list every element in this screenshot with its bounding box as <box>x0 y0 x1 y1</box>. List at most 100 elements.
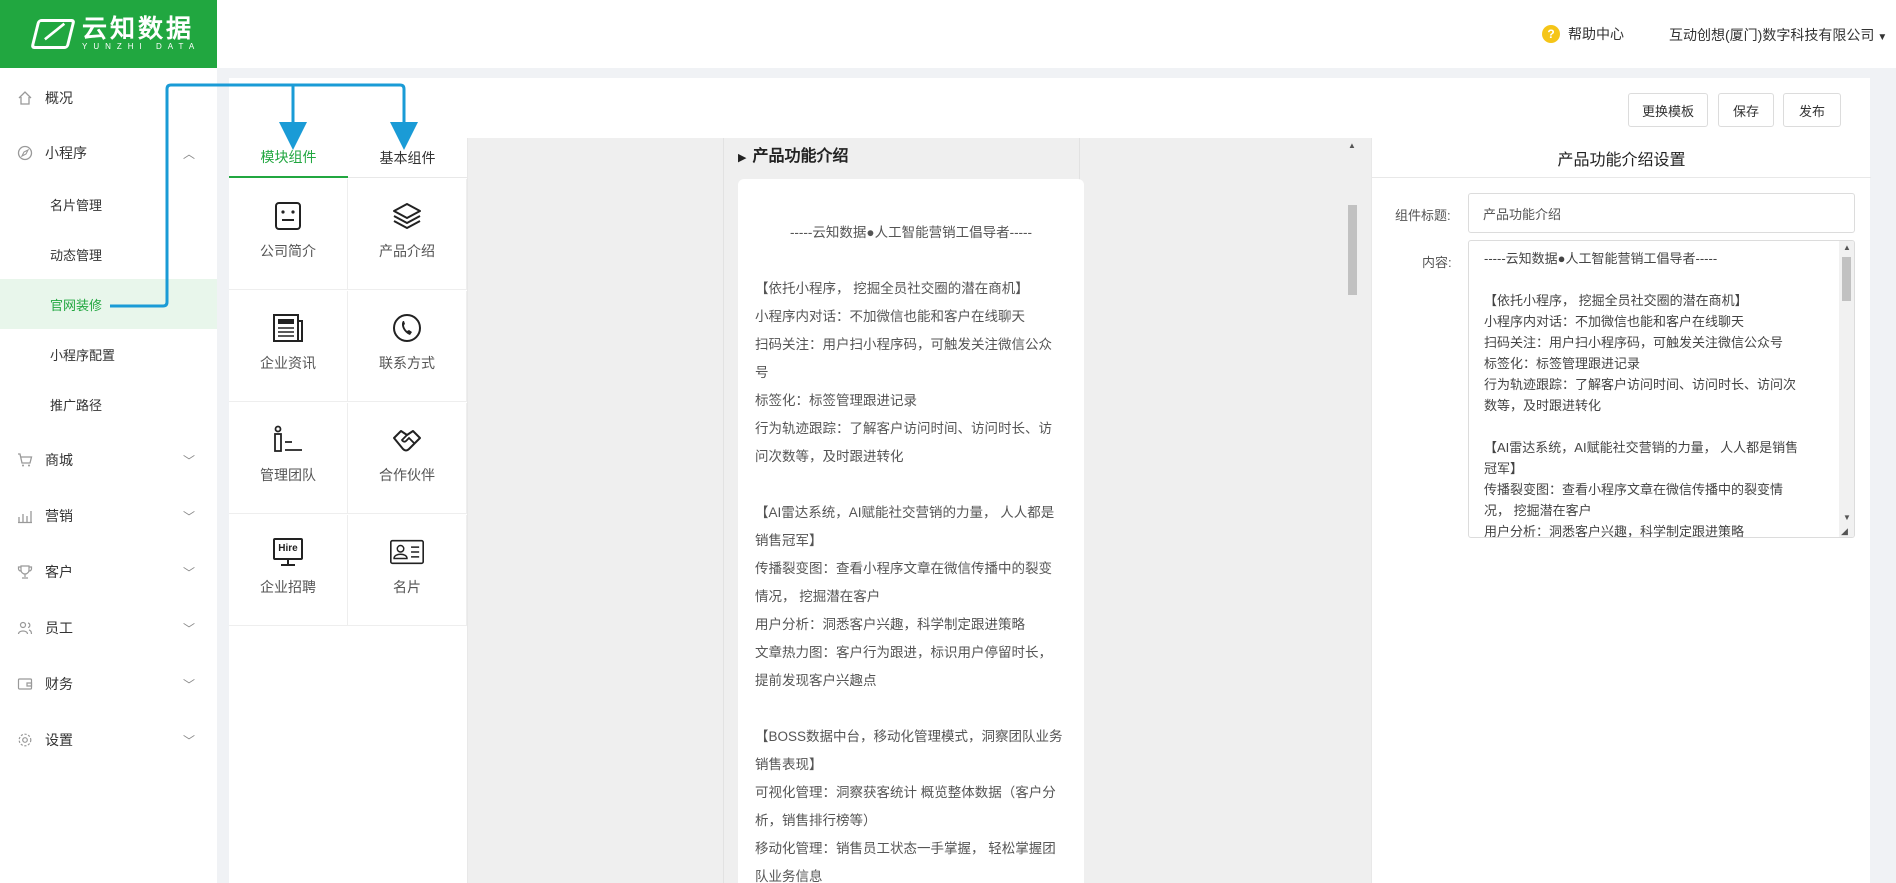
text-line: 数等，及时跟进转化 <box>1484 398 1602 413</box>
component-recruitment[interactable]: Hire 企业招聘 <box>229 515 348 626</box>
component-label: 合作伙伴 <box>379 467 435 483</box>
component-business-card[interactable]: 名片 <box>348 515 467 626</box>
text-line: 队业务信息 <box>755 869 823 883</box>
sidebar-item-label: 概况 <box>45 90 73 106</box>
compass-icon <box>17 145 33 161</box>
editor-panel: 更换模板 保存 发布 模块组件 基本组件 公司简介 产品介绍 企业资讯 联系方式… <box>229 78 1871 883</box>
sidebar-sub-promotion-path[interactable]: 推广路径 <box>0 379 217 429</box>
section-title-text: 产品功能介绍 <box>752 148 849 165</box>
newspaper-icon <box>271 311 305 345</box>
hire-badge: Hire <box>273 538 303 560</box>
textarea-scroll-thumb[interactable] <box>1842 257 1851 301</box>
sidebar-item-label: 营销 <box>45 508 73 524</box>
component-label: 联系方式 <box>379 355 435 371</box>
phone-icon <box>390 311 424 345</box>
sidebar-item-finance[interactable]: 财务 ﹀ <box>0 659 217 709</box>
home-icon <box>17 90 33 106</box>
phone-preview: ▶ 产品功能介绍 -----云知数据●人工智能营销工倡导者----- 【依托小程序… <box>723 138 1084 883</box>
tab-basic-components[interactable]: 基本组件 <box>348 138 467 178</box>
component-company-intro[interactable]: 公司简介 <box>229 179 348 290</box>
text-line: 析，销售排行榜等） <box>755 813 877 828</box>
sub-item-label: 官网装修 <box>50 297 103 313</box>
caret-down-icon: ▼ <box>1877 32 1888 43</box>
sidebar-item-settings[interactable]: 设置 ﹀ <box>0 715 217 765</box>
component-label: 名片 <box>393 579 421 595</box>
content-label: 内容: <box>1422 255 1452 270</box>
sidebar: 概况 小程序 ︿ 名片管理 动态管理 官网装修 小程序配置 推广路径 商城 ﹀ … <box>0 68 217 883</box>
publish-button[interactable]: 发布 <box>1783 93 1841 127</box>
company-switcher[interactable]: 互动创想(厦门)数字科技有限公司 ▼ <box>1669 25 1887 45</box>
content-textarea[interactable]: -----云知数据●人工智能营销工倡导者----- 【依托小程序， 挖掘全员社交… <box>1468 240 1855 538</box>
text-line: 况， 挖掘潜在客户 <box>1484 503 1592 518</box>
change-template-button[interactable]: 更换模板 <box>1628 93 1708 127</box>
text-line: 号 <box>755 365 769 380</box>
text-line <box>1484 269 1839 290</box>
scroll-up-arrow-icon[interactable]: ▲ <box>1843 243 1851 252</box>
preview-scroll-thumb[interactable] <box>1348 205 1357 295</box>
component-label: 公司简介 <box>260 243 316 259</box>
preview-content-card[interactable]: -----云知数据●人工智能营销工倡导者----- 【依托小程序， 挖掘全员社交… <box>738 179 1084 883</box>
hire-icon: Hire <box>271 535 305 569</box>
component-title-input[interactable] <box>1468 193 1855 233</box>
component-label: 企业招聘 <box>260 579 316 595</box>
scroll-up-arrow-icon[interactable]: ▲ <box>1348 141 1356 150</box>
sidebar-sub-site-decoration[interactable]: 官网装修 <box>0 279 217 329</box>
trophy-icon <box>17 564 33 580</box>
preview-section-title[interactable]: ▶ 产品功能介绍 <box>738 142 848 166</box>
text-line <box>755 471 1067 499</box>
component-product-intro[interactable]: 产品介绍 <box>348 179 467 290</box>
sidebar-sub-card-management[interactable]: 名片管理 <box>0 179 217 229</box>
textarea-scrollbar[interactable]: ▲ ▼ ◢ <box>1839 241 1854 537</box>
component-partners[interactable]: 合作伙伴 <box>348 403 467 514</box>
preview-scrollbar[interactable]: ▲ <box>1346 138 1359 883</box>
sidebar-item-label: 商城 <box>45 452 73 468</box>
sub-item-label: 小程序配置 <box>50 347 116 363</box>
text-line: 提前发现客户兴趣点 <box>755 673 877 688</box>
resize-handle-icon[interactable]: ◢ <box>1841 526 1848 537</box>
text-line: 问次数等，及时跟进转化 <box>755 449 904 464</box>
preview-canvas: ▶ 产品功能介绍 -----云知数据●人工智能营销工倡导者----- 【依托小程序… <box>468 138 1375 883</box>
text-line: 行为轨迹跟踪：了解客户访问时间、访问时长、访 <box>755 421 1052 436</box>
text-line: 扫码关注：用户扫小程序码，可触发关注微信公众号 <box>1484 335 1784 350</box>
text-line: 用户分析：洞悉客户兴趣，科学制定跟进策略 <box>755 617 1025 632</box>
component-management-team[interactable]: 管理团队 <box>229 403 348 514</box>
text-line: 【AI雷达系统，AI赋能社交营销的力量， 人人都是销售 <box>1484 440 1799 455</box>
tab-module-components[interactable]: 模块组件 <box>229 138 348 178</box>
text-line: 传播裂变图：查看小程序文章在微信传播中的裂变情 <box>1484 482 1784 497</box>
component-contact[interactable]: 联系方式 <box>348 291 467 402</box>
sidebar-item-mall[interactable]: 商城 ﹀ <box>0 435 217 485</box>
text-line: 【BOSS数据中台，移动化管理模式，洞察团队业务 <box>755 729 1063 744</box>
company-icon <box>271 199 305 233</box>
brand-logo[interactable]: 云知数据 YUNZHI DATA <box>0 0 217 68</box>
sidebar-item-customers[interactable]: 客户 ﹀ <box>0 547 217 597</box>
text-line <box>755 695 1067 723</box>
text-line: 标签化：标签管理跟进记录 <box>1484 356 1641 371</box>
component-company-news[interactable]: 企业资讯 <box>229 291 348 402</box>
sidebar-sub-feed-management[interactable]: 动态管理 <box>0 229 217 279</box>
sidebar-item-marketing[interactable]: 营销 ﹀ <box>0 491 217 541</box>
text-line: 用户分析：洞悉客户兴趣，科学制定跟进策略 <box>1484 524 1745 538</box>
text-line: 【依托小程序， 挖掘全员社交圈的潜在商机】 <box>1484 293 1748 308</box>
sidebar-item-label: 客户 <box>45 564 73 580</box>
text-line: 文章热力图：客户行为跟进，标识用户停留时长， <box>755 645 1052 660</box>
team-icon <box>271 423 305 457</box>
sidebar-item-miniprogram[interactable]: 小程序 ︿ <box>0 128 217 178</box>
sidebar-item-overview[interactable]: 概况 <box>0 73 217 123</box>
wallet-icon <box>17 676 33 692</box>
chevron-down-icon: ﹀ <box>183 678 196 692</box>
text-line: 情况， 挖掘潜在客户 <box>755 589 881 604</box>
sub-item-label: 动态管理 <box>50 247 103 263</box>
save-button[interactable]: 保存 <box>1718 93 1774 127</box>
text-line: 标签化：标签管理跟进记录 <box>755 393 917 408</box>
cart-icon <box>17 452 33 468</box>
sidebar-item-staff[interactable]: 员工 ﹀ <box>0 603 217 653</box>
text-line: 【依托小程序， 挖掘全员社交圈的潜在商机】 <box>755 281 1029 296</box>
scroll-down-arrow-icon[interactable]: ▼ <box>1843 513 1851 522</box>
sidebar-sub-miniprogram-config[interactable]: 小程序配置 <box>0 329 217 379</box>
users-icon <box>17 620 33 636</box>
help-center-link[interactable]: ? 帮助中心 <box>1542 24 1624 44</box>
text-line: 销售冠军】 <box>755 533 823 548</box>
component-label: 企业资讯 <box>260 355 316 371</box>
gear-icon <box>17 732 33 748</box>
component-title-label: 组件标题: <box>1395 208 1451 223</box>
